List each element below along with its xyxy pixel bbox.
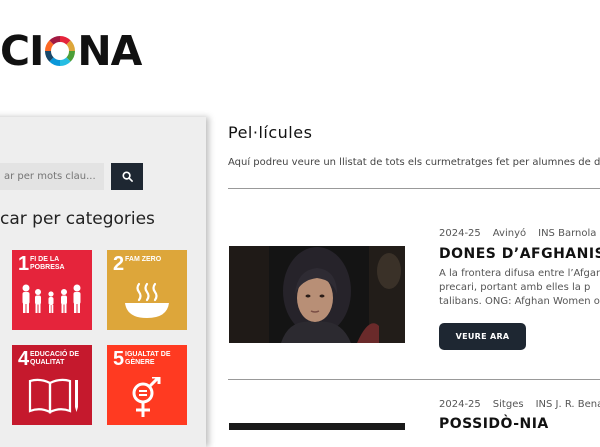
film-town: Sitges [492,399,524,410]
film-meta: 2024-25 Sitges INS J. R. Benap [439,399,600,410]
film-year: 2024-25 [439,399,481,410]
tile-number: 2 [113,253,125,275]
tile-number: 1 [18,253,30,275]
category-tile-no-poverty[interactable]: 1 Fi de la pobresa [12,250,92,330]
tile-number: 4 [18,348,30,370]
film-description-line: precari, portant amb elles la p [439,282,591,293]
logo-text-left: CI [0,27,44,75]
category-tile-quality-education[interactable]: 4 Educació de qualitat [12,345,92,425]
tile-label: Educació de qualitat [30,351,80,366]
category-tile-zero-hunger[interactable]: 2 Fam zero [107,250,187,330]
tile-label: Igualtat de gènere [125,351,171,366]
page-title: Pel·lícules [228,123,313,142]
search-button[interactable] [111,163,143,190]
search-input[interactable] [0,163,104,190]
tile-label: Fam zero [125,256,162,263]
tile-number: 5 [113,348,125,370]
page-intro: Aquí podreu veure un llistat de tots els… [228,157,600,168]
food-bowl-icon [125,282,169,318]
watch-now-button[interactable]: VEURE ARA [439,323,526,350]
film-school: INS J. R. Benap [535,399,600,410]
gender-equality-icon [132,377,161,417]
book-icon [28,378,78,414]
film-town: Avinyó [492,228,527,239]
film-thumbnail[interactable] [229,246,405,343]
film-description-line: A la frontera difusa entre l’Afgan [439,268,600,279]
search-icon [121,171,133,182]
site-logo[interactable]: CI NA [0,27,142,75]
sdg-wheel-icon [45,36,76,66]
categories-title: car per categories [0,209,155,229]
film-school: INS Barnola [538,228,597,239]
family-icon [22,284,81,313]
logo-text-right: NA [77,27,142,75]
category-tile-gender-equality[interactable]: 5 Igualtat de gènere [107,345,187,425]
film-title[interactable]: DONES D’AFGHANISTA [439,246,600,262]
film-description-line: talibans. ONG: Afghan Women o [439,296,600,307]
divider [228,379,600,380]
divider [228,188,600,189]
film-meta: 2024-25 Avinyó INS Barnola [439,228,600,239]
film-still-image [229,246,405,343]
film-description: A la frontera difusa entre l’Afgan preca… [439,267,600,309]
tile-label: Fi de la pobresa [30,256,65,271]
film-thumbnail[interactable] [229,423,405,430]
film-year: 2024-25 [439,228,481,239]
